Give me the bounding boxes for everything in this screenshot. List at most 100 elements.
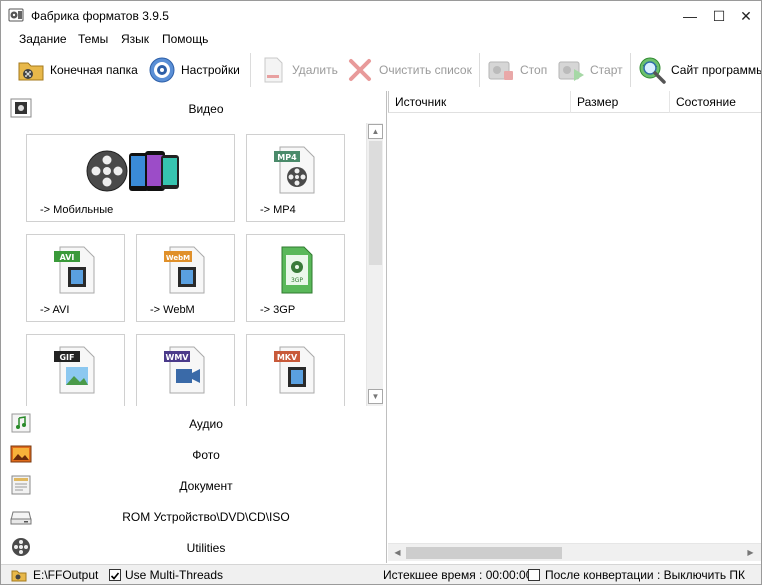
after-conversion-checkbox[interactable] <box>528 569 540 581</box>
play-icon <box>558 61 584 81</box>
menu-task[interactable]: Задание <box>19 32 67 46</box>
delete-label: Удалить <box>292 63 338 77</box>
start-label: Старт <box>590 63 623 77</box>
maximize-button[interactable]: ☐ <box>704 1 734 31</box>
menu-themes[interactable]: Темы <box>78 32 108 46</box>
mobile-devices-icon <box>86 150 179 192</box>
category-rom-label: ROM Устройство\DVD\CD\ISO <box>122 510 290 524</box>
category-video-label: Видео <box>188 102 224 116</box>
menu-bar: Задание Темы Язык Помощь <box>1 31 761 49</box>
red-x-icon <box>349 59 371 81</box>
output-folder-label: Конечная папка <box>50 63 138 77</box>
mp4-badge-text: MP4 <box>277 153 297 162</box>
folder-icon <box>18 62 44 81</box>
multithreads-checkbox[interactable] <box>109 569 121 581</box>
clear-list-button[interactable]: Очистить список <box>345 53 472 87</box>
column-status[interactable]: Состояние <box>670 91 761 113</box>
category-utilities-label: Utilities <box>186 541 226 555</box>
menu-language[interactable]: Язык <box>121 32 149 46</box>
tile-gif[interactable]: GIF <box>26 334 125 406</box>
checkmark-icon <box>110 572 120 580</box>
webm-badge-text: WebM <box>166 254 190 262</box>
start-button[interactable]: Старт <box>556 53 623 87</box>
tile-mp4-label: -> MP4 <box>260 204 296 216</box>
avi-file-icon: AVI <box>54 246 95 294</box>
tile-mobile-label: -> Мобильные <box>40 204 114 216</box>
gear-icon <box>149 57 175 83</box>
tile-webm[interactable]: WebM -> WebM <box>136 234 235 322</box>
task-list-scrollbar[interactable]: ◀ ▶ <box>388 543 761 561</box>
tile-mp4[interactable]: MP4 -> MP4 <box>246 134 345 222</box>
toolbar-separator <box>479 53 480 87</box>
close-button[interactable]: ✕ <box>731 1 761 31</box>
toolbar: Конечная папка Настройки Удалить Очистит… <box>1 51 761 89</box>
tile-webm-label: -> WebM <box>150 304 195 316</box>
category-document-label: Документ <box>179 479 233 493</box>
multithreads-label[interactable]: Use Multi-Threads <box>125 568 223 582</box>
elapsed-time: Истекшее время : 00:00:00 <box>383 568 533 582</box>
wmv-file-icon: WMV <box>164 346 205 394</box>
gif-file-icon: GIF <box>54 346 95 394</box>
category-photo[interactable]: Фото <box>1 439 386 469</box>
mkv-badge-text: MKV <box>277 353 298 362</box>
category-document[interactable]: Документ <box>1 470 386 500</box>
mkv-file-icon: MKV <box>274 346 315 394</box>
stop-icon <box>488 61 513 80</box>
output-path[interactable]: E:\FFOutput <box>33 568 98 582</box>
stop-label: Стоп <box>520 63 548 77</box>
window-title: Фабрика форматов 3.9.5 <box>31 9 169 23</box>
tile-3gp[interactable]: 3GP -> 3GP <box>246 234 345 322</box>
website-label: Сайт программы <box>671 63 762 77</box>
task-list-scrollbar-thumb[interactable] <box>406 547 562 559</box>
3gp-badge-text: 3GP <box>291 277 303 284</box>
toolbar-separator <box>630 53 631 87</box>
scroll-down-arrow-icon[interactable]: ▼ <box>368 389 383 404</box>
tile-3gp-label: -> 3GP <box>260 304 296 316</box>
tile-avi-label: -> AVI <box>40 304 70 316</box>
stop-button[interactable]: Стоп <box>486 53 547 87</box>
title-bar: Фабрика форматов 3.9.5 — ☐ ✕ <box>1 1 761 31</box>
tile-avi[interactable]: AVI -> AVI <box>26 234 125 322</box>
clear-list-label: Очистить список <box>379 63 472 77</box>
scroll-left-arrow-icon[interactable]: ◀ <box>390 545 405 560</box>
mp4-file-icon: MP4 <box>274 146 315 194</box>
scroll-right-arrow-icon[interactable]: ▶ <box>743 545 758 560</box>
column-source[interactable]: Источник <box>389 91 571 113</box>
category-panel: Видео -> Мобильные MP4 -> MP4 AVI -> AVI… <box>1 91 387 563</box>
grid-scrollbar[interactable]: ▲ ▼ <box>366 123 383 406</box>
gif-badge-text: GIF <box>59 353 74 362</box>
app-window: Фабрика форматов 3.9.5 — ☐ ✕ Задание Тем… <box>0 0 762 585</box>
task-list-panel: Источник Размер Состояние ◀ ▶ <box>388 91 761 563</box>
webm-file-icon: WebM <box>164 246 205 294</box>
wmv-badge-text: WMV <box>166 353 190 362</box>
website-button[interactable]: Сайт программы <box>637 53 762 87</box>
category-audio[interactable]: Аудио <box>1 408 386 438</box>
column-size[interactable]: Размер <box>571 91 670 113</box>
document-delete-icon <box>264 57 283 83</box>
menu-help[interactable]: Помощь <box>162 32 208 46</box>
category-audio-label: Аудио <box>189 417 223 431</box>
category-utilities[interactable]: Utilities <box>1 532 386 562</box>
app-icon <box>8 8 24 22</box>
tile-mkv[interactable]: MKV <box>246 334 345 406</box>
toolbar-separator <box>250 53 251 87</box>
format-grid: -> Мобильные MP4 -> MP4 AVI -> AVI WebM … <box>1 123 364 406</box>
grid-scrollbar-thumb[interactable] <box>369 141 382 265</box>
avi-badge-text: AVI <box>60 253 75 262</box>
status-bar: E:\FFOutput Use Multi-Threads Истекшее в… <box>1 564 761 584</box>
category-photo-label: Фото <box>192 448 220 462</box>
folder-icon[interactable] <box>11 568 27 582</box>
category-rom[interactable]: ROM Устройство\DVD\CD\ISO <box>1 501 386 531</box>
category-video[interactable]: Видео <box>1 93 386 123</box>
settings-button[interactable]: Настройки <box>147 53 240 87</box>
tile-wmv[interactable]: WMV <box>136 334 235 406</box>
tile-mobile[interactable]: -> Мобильные <box>26 134 235 222</box>
globe-magnifier-icon <box>639 57 666 84</box>
settings-label: Настройки <box>181 63 240 77</box>
3gp-file-icon: 3GP <box>281 246 313 294</box>
output-folder-button[interactable]: Конечная папка <box>16 53 138 87</box>
minimize-button[interactable]: — <box>675 1 705 31</box>
delete-button[interactable]: Удалить <box>258 53 338 87</box>
after-conversion-label[interactable]: После конвертации : Выключить ПК <box>545 568 745 582</box>
scroll-up-arrow-icon[interactable]: ▲ <box>368 124 383 139</box>
